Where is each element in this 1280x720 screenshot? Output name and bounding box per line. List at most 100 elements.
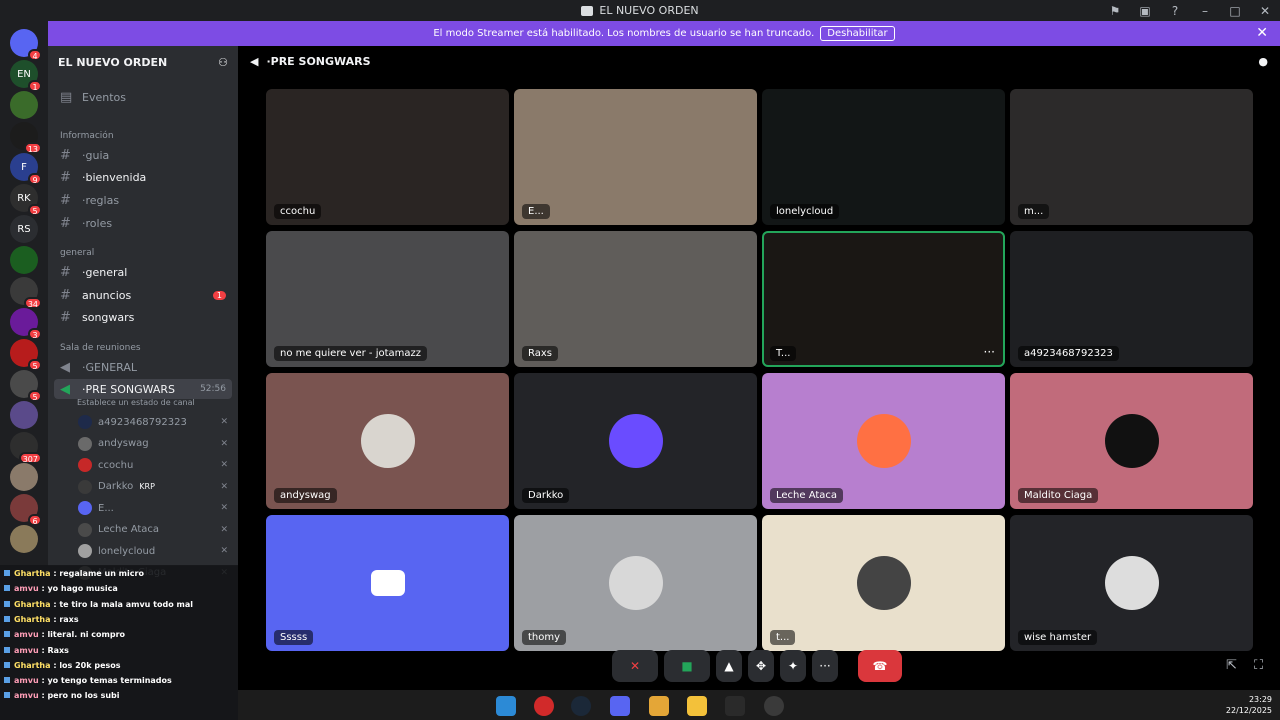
voice-channel-general[interactable]: ◀ ·GENERAL: [54, 357, 232, 377]
voice-channel-pre-songwars[interactable]: ◀ ·PRE SONGWARS 52:56: [54, 379, 232, 399]
maximize-button[interactable]: □: [1220, 4, 1250, 18]
opera-icon[interactable]: [534, 696, 554, 716]
server-icon[interactable]: 34: [10, 277, 42, 309]
video-tile[interactable]: Sssss: [266, 515, 509, 651]
channel-label: ·GENERAL: [82, 360, 137, 374]
voice-user[interactable]: E... ✕: [78, 498, 232, 518]
discord-taskbar-icon[interactable]: [610, 696, 630, 716]
minimize-button[interactable]: –: [1190, 4, 1220, 18]
server-icon[interactable]: 5: [10, 339, 42, 371]
server-icon[interactable]: 3: [10, 308, 42, 340]
voice-user-name: Darkko: [98, 481, 134, 492]
video-tile[interactable]: Darkko: [514, 373, 757, 509]
chat-author: amvu: [14, 676, 39, 686]
category-general[interactable]: general: [54, 243, 232, 263]
vscode-icon[interactable]: [496, 696, 516, 716]
screen-icon[interactable]: ▣: [1130, 4, 1160, 18]
server-icon[interactable]: RK 5: [10, 184, 42, 216]
events-item[interactable]: ▤ Eventos: [54, 87, 232, 107]
guild-header[interactable]: EL NUEVO ORDEN ⚇: [48, 46, 238, 78]
category-reuniones[interactable]: Sala de reuniones: [54, 338, 232, 358]
app-icon[interactable]: [649, 696, 669, 716]
disable-streamer-button[interactable]: Deshabilitar: [820, 26, 895, 41]
voice-user-name: Leche Ataca: [98, 524, 160, 535]
voice-user[interactable]: a4923468792323 ✕: [78, 412, 232, 432]
soundboard-button[interactable]: ✦: [780, 650, 806, 682]
server-icon[interactable]: F9: [10, 153, 42, 185]
chat-icon[interactable]: ●: [1258, 55, 1268, 68]
hash-icon: #: [60, 192, 71, 208]
channel-status[interactable]: Establece un estado de canal: [77, 398, 195, 407]
video-tile[interactable]: m...: [1010, 89, 1253, 225]
server-icon[interactable]: 5: [10, 370, 42, 402]
voice-user[interactable]: andyswag ✕: [78, 434, 232, 454]
voice-user[interactable]: lonelycloud ✕: [78, 541, 232, 561]
close-button[interactable]: ✕: [1250, 4, 1280, 18]
speaker-icon: ◀: [250, 54, 259, 68]
category-label: Información: [60, 131, 114, 141]
obs-icon[interactable]: [764, 696, 784, 716]
inbox-icon[interactable]: ⚑: [1100, 4, 1130, 18]
popout-icon[interactable]: ⇱: [1226, 658, 1237, 673]
channel-guia[interactable]: # ·guia: [54, 145, 232, 165]
category-informacion[interactable]: Información: [54, 126, 232, 146]
video-tile[interactable]: E...: [514, 89, 757, 225]
server-icon[interactable]: [10, 91, 38, 119]
server-icon[interactable]: [10, 463, 38, 491]
video-tile[interactable]: no me quiere ver - jotamazz: [266, 231, 509, 367]
channel-anuncios[interactable]: # anuncios 1: [54, 285, 232, 305]
voice-user-name: andyswag: [98, 438, 149, 449]
server-icon[interactable]: [10, 246, 38, 274]
server-icon[interactable]: [10, 401, 38, 429]
voice-user[interactable]: Darkko KRP ✕: [78, 477, 232, 497]
server-icon[interactable]: [10, 525, 38, 553]
participant-name: ccochu: [274, 204, 322, 219]
video-tile[interactable]: Maldito Ciaga: [1010, 373, 1253, 509]
channel-reglas[interactable]: # ·reglas: [54, 190, 232, 210]
video-tile[interactable]: T... ···: [762, 231, 1005, 367]
activities-button[interactable]: ✥: [748, 650, 774, 682]
avatar: [608, 556, 663, 610]
voice-user[interactable]: Leche Ataca ✕: [78, 520, 232, 540]
server-icon[interactable]: 307: [10, 432, 42, 464]
video-tile[interactable]: t...: [762, 515, 1005, 651]
video-tile[interactable]: a4923468792323: [1010, 231, 1253, 367]
video-tile[interactable]: Leche Ataca: [762, 373, 1005, 509]
fullscreen-icon[interactable]: ⛶: [1254, 658, 1263, 673]
participant-name: Darkko: [522, 488, 570, 503]
steam-icon[interactable]: [571, 696, 591, 716]
disconnect-button[interactable]: ☎: [858, 650, 902, 682]
video-tile[interactable]: thomy: [514, 515, 757, 651]
screen-share-button[interactable]: ▲: [716, 650, 742, 682]
server-icon[interactable]: 4: [10, 29, 42, 61]
call-channel-name: ·PRE SONGWARS: [266, 54, 371, 68]
server-icon[interactable]: 6: [10, 494, 42, 526]
server-icon[interactable]: EN 1: [10, 60, 42, 92]
folder-icon[interactable]: [687, 696, 707, 716]
video-tile[interactable]: ccochu: [266, 89, 509, 225]
help-icon[interactable]: ?: [1160, 4, 1190, 18]
server-icon[interactable]: RS: [10, 215, 38, 243]
video-tile[interactable]: wise hamster: [1010, 515, 1253, 651]
video-tile[interactable]: andyswag: [266, 373, 509, 509]
camera-button[interactable]: ■: [664, 650, 710, 682]
server-icon[interactable]: 13: [10, 122, 42, 154]
chat-message: amvu : yo hago musica: [4, 584, 118, 593]
more-options-icon[interactable]: ···: [984, 345, 995, 359]
video-tile[interactable]: Raxs: [514, 231, 757, 367]
system-clock[interactable]: 23:29 22/12/2025: [1226, 694, 1272, 716]
voice-user[interactable]: ccochu ✕: [78, 455, 232, 475]
avatar: [856, 556, 911, 610]
mention-badge: 3: [28, 328, 42, 340]
mute-button[interactable]: ✕: [612, 650, 658, 682]
more-button[interactable]: ···: [812, 650, 838, 682]
channel-roles[interactable]: # ·roles: [54, 213, 232, 233]
close-icon[interactable]: ✕: [1256, 25, 1268, 41]
epic-games-icon[interactable]: [725, 696, 745, 716]
channel-bienvenida[interactable]: # ·bienvenida: [54, 167, 232, 187]
video-tile[interactable]: lonelycloud: [762, 89, 1005, 225]
channel-general[interactable]: # ·general: [54, 262, 232, 282]
mention-badge: 4: [28, 49, 42, 61]
invite-icon[interactable]: ⚇: [218, 56, 228, 69]
channel-songwars[interactable]: # songwars: [54, 307, 232, 327]
